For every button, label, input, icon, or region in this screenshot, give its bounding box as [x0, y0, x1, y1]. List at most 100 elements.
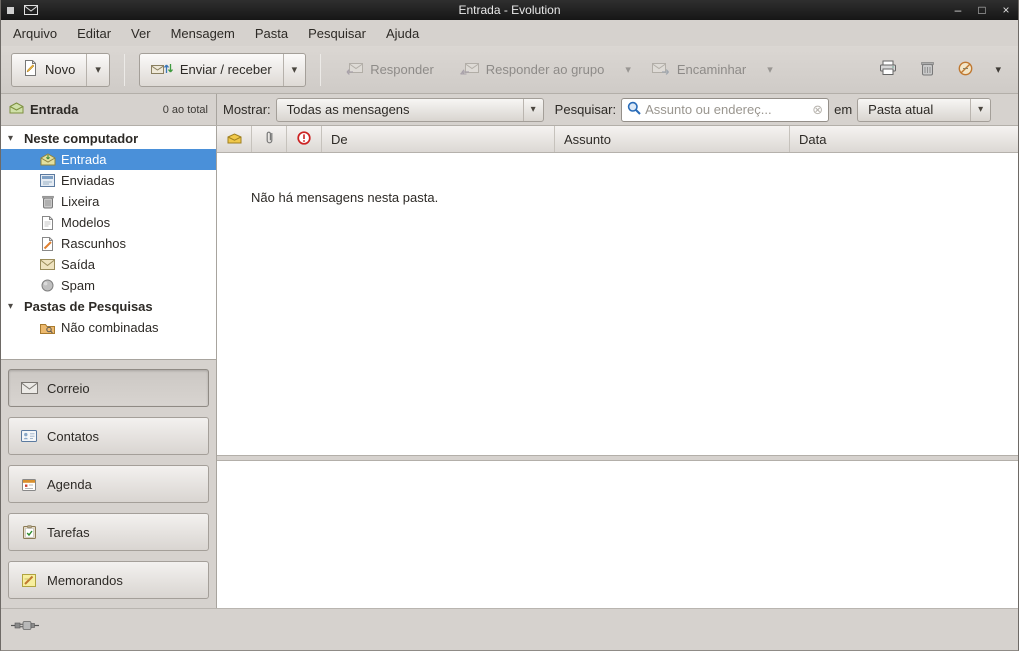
message-list[interactable]: Não há mensagens nesta pasta. [217, 153, 1018, 455]
tree-section-label: Neste computador [24, 131, 138, 146]
memos-icon [20, 574, 38, 587]
preview-pane [217, 461, 1018, 608]
spam-icon [39, 279, 56, 292]
new-button[interactable]: Novo [12, 54, 86, 86]
column-assunto[interactable]: Assunto [555, 126, 790, 152]
message-filter-combo[interactable]: Todas as mensagens ▾ [276, 98, 544, 122]
send-receive-dropdown-button[interactable]: ▾ [283, 54, 306, 86]
menu-ajuda[interactable]: Ajuda [376, 20, 429, 46]
folder-label: Spam [61, 278, 95, 293]
message-filter-value: Todas as mensagens [277, 102, 523, 117]
search-scope-combo[interactable]: Pasta atual ▾ [857, 98, 991, 122]
contacts-icon [20, 430, 38, 442]
folder-lixeira[interactable]: Lixeira [1, 191, 216, 212]
delete-button[interactable] [912, 53, 943, 87]
message-area: De Assunto Data Não há mensagens nesta p… [217, 126, 1018, 608]
send-receive-icon [151, 61, 173, 79]
menu-ver[interactable]: Ver [121, 20, 161, 46]
clear-search-icon[interactable]: ⊗ [812, 102, 823, 118]
folder-nao-combinadas[interactable]: Não combinadas [1, 317, 216, 338]
maximize-button[interactable]: □ [976, 0, 988, 20]
tree-section-label: Pastas de Pesquisas [24, 299, 153, 314]
chevron-down-icon: ▾ [523, 99, 543, 121]
new-message-icon [23, 60, 38, 79]
search-icon[interactable] [627, 101, 641, 118]
column-label: Data [799, 132, 826, 147]
folder-spam[interactable]: Spam [1, 275, 216, 296]
switcher-correio[interactable]: Correio [8, 369, 209, 407]
junk-button[interactable] [949, 53, 982, 87]
search-input[interactable] [645, 102, 808, 117]
column-data[interactable]: Data [790, 126, 1018, 152]
current-folder-name: Entrada [30, 102, 78, 117]
trash-icon [39, 195, 56, 209]
tree-section-neste-computador[interactable]: ▾ Neste computador [1, 128, 216, 149]
network-plug-icon [11, 620, 39, 635]
menu-pesquisar[interactable]: Pesquisar [298, 20, 376, 46]
window-title: Entrada - Evolution [1, 3, 1018, 17]
switcher-label: Agenda [47, 477, 92, 492]
column-important[interactable] [287, 126, 322, 152]
folder-saida[interactable]: Saída [1, 254, 216, 275]
inbox-icon [39, 153, 56, 166]
switcher-agenda[interactable]: Agenda [8, 465, 209, 503]
reply-button[interactable]: Responder [335, 53, 444, 87]
folder-modelos[interactable]: Modelos [1, 212, 216, 233]
forward-button[interactable]: Encaminhar [642, 53, 756, 87]
folder-label: Lixeira [61, 194, 99, 209]
em-label: em [834, 102, 852, 117]
outbox-icon [39, 259, 56, 270]
print-button[interactable] [870, 53, 906, 87]
expander-icon[interactable]: ▾ [8, 133, 18, 144]
menu-mensagem[interactable]: Mensagem [161, 20, 245, 46]
menu-editar[interactable]: Editar [67, 20, 121, 46]
important-icon [297, 131, 311, 148]
toolbar-overflow-button[interactable]: ▾ [988, 53, 1008, 87]
folder-rascunhos[interactable]: Rascunhos [1, 233, 216, 254]
folder-entrada[interactable]: Entrada [1, 149, 216, 170]
send-receive-label: Enviar / receber [180, 62, 272, 77]
toolbar-separator [124, 54, 125, 86]
folder-label: Saída [61, 257, 95, 272]
send-receive-button[interactable]: Enviar / receber [140, 54, 283, 86]
folder-label: Não combinadas [61, 320, 159, 335]
chevron-down-icon: ▾ [970, 99, 990, 121]
close-button[interactable]: × [1000, 0, 1012, 20]
folder-label: Entrada [61, 152, 107, 167]
reply-group-button[interactable]: Responder ao grupo [450, 53, 615, 87]
forward-icon [652, 61, 670, 78]
reply-group-dropdown-button[interactable]: ▾ [620, 53, 636, 87]
folder-tree: ▾ Neste computador Entrada Enviadas [1, 126, 216, 359]
empty-folder-message: Não há mensagens nesta pasta. [217, 153, 1018, 205]
switcher-contatos[interactable]: Contatos [8, 417, 209, 455]
column-attachment[interactable] [252, 126, 287, 152]
tasks-icon [20, 525, 38, 539]
titlebar-left [7, 5, 38, 15]
expander-icon[interactable]: ▾ [8, 301, 18, 312]
new-dropdown-button[interactable]: ▾ [86, 54, 109, 86]
switcher-memorandos[interactable]: Memorandos [8, 561, 209, 599]
menu-pasta[interactable]: Pasta [245, 20, 298, 46]
minimize-button[interactable]: – [952, 0, 964, 20]
switcher-tarefas[interactable]: Tarefas [8, 513, 209, 551]
filterbar: Entrada 0 ao total Mostrar: Todas as men… [1, 94, 1018, 126]
statusbar [1, 608, 1018, 650]
trash-icon [921, 61, 934, 79]
drafts-icon [39, 237, 56, 251]
forward-dropdown-button[interactable]: ▾ [762, 53, 778, 87]
online-status-button[interactable] [9, 617, 41, 637]
column-status[interactable] [217, 126, 252, 152]
folder-label: Rascunhos [61, 236, 126, 251]
folder-enviadas[interactable]: Enviadas [1, 170, 216, 191]
column-label: Assunto [564, 132, 611, 147]
search-entry: ⊗ [621, 98, 829, 122]
reply-all-icon [460, 61, 479, 78]
switcher-label: Correio [47, 381, 90, 396]
sent-icon [39, 174, 56, 187]
sidebar: ▾ Neste computador Entrada Enviadas [1, 126, 217, 608]
app-menu-icon[interactable] [24, 5, 38, 15]
menu-arquivo[interactable]: Arquivo [3, 20, 67, 46]
column-de[interactable]: De [322, 126, 555, 152]
switcher-label: Tarefas [47, 525, 90, 540]
tree-section-pastas-de-pesquisas[interactable]: ▾ Pastas de Pesquisas [1, 296, 216, 317]
